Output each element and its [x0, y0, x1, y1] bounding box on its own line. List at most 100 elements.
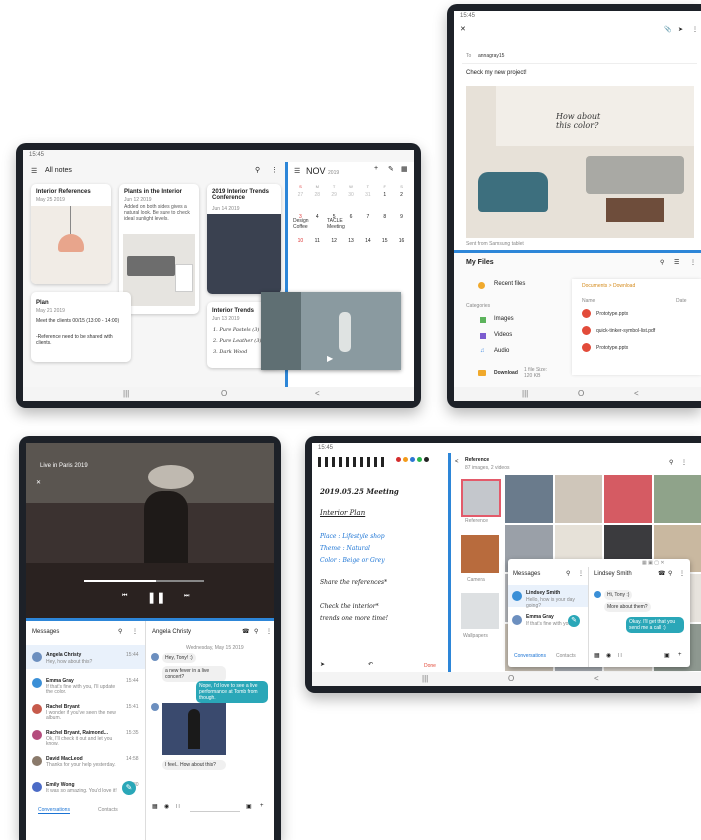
- sticker-icon[interactable]: ▣: [246, 803, 252, 810]
- file-item[interactable]: Prototype.pptx: [596, 311, 628, 317]
- search-icon[interactable]: ⚲: [660, 259, 664, 266]
- send-icon[interactable]: ➤: [678, 26, 683, 33]
- category-videos[interactable]: Videos: [494, 332, 512, 338]
- conversation-item[interactable]: Angela Christy Hey, how about this? 15:4…: [26, 645, 145, 669]
- camera-icon[interactable]: ◉: [606, 652, 611, 659]
- file-item[interactable]: quick-tinker-symbol-list.pdf: [596, 328, 655, 334]
- search-icon[interactable]: ⚲: [566, 570, 570, 577]
- avatar: [151, 703, 159, 711]
- download-label[interactable]: Download: [494, 370, 518, 376]
- to-label: To: [466, 53, 472, 59]
- send-icon[interactable]: ➤: [320, 661, 325, 668]
- next-icon[interactable]: ⏭: [184, 593, 189, 600]
- attach-icon[interactable]: 📎: [664, 26, 671, 33]
- close-icon[interactable]: ✕: [36, 479, 41, 486]
- done-button[interactable]: Done: [424, 663, 436, 669]
- messages-popup-window[interactable]: ▦ ▣ ▢ ✕ Messages ⚲ ⋮ Lindsey Smith Hello…: [508, 559, 690, 667]
- col-name[interactable]: Name: [582, 298, 595, 304]
- more-icon[interactable]: ⋮: [578, 570, 584, 577]
- back-button[interactable]: <: [634, 389, 639, 398]
- recent-files-item[interactable]: Recent files: [494, 281, 525, 287]
- search-icon[interactable]: ⚲: [254, 628, 258, 635]
- search-icon[interactable]: ⚲: [255, 166, 260, 174]
- search-icon[interactable]: ⚲: [118, 628, 122, 635]
- search-icon[interactable]: ⚲: [668, 570, 672, 577]
- home-button[interactable]: O: [221, 389, 227, 398]
- add-icon[interactable]: +: [374, 165, 378, 172]
- album-wallpapers-thumb[interactable]: [461, 593, 499, 629]
- tab-contacts[interactable]: Contacts: [98, 807, 118, 813]
- album-camera-thumb[interactable]: [461, 535, 499, 573]
- to-field[interactable]: annagray15: [478, 53, 504, 59]
- message-input[interactable]: [190, 802, 240, 812]
- more-icon[interactable]: ⋮: [271, 166, 278, 174]
- search-icon[interactable]: ⚲: [669, 459, 673, 466]
- back-arrow-icon[interactable]: <: [455, 459, 459, 465]
- col-date[interactable]: Date: [676, 298, 687, 304]
- undo-icon[interactable]: ↶: [368, 661, 373, 668]
- file-item[interactable]: Prototype.pptx: [596, 345, 628, 351]
- compose-button[interactable]: ✎: [568, 615, 580, 627]
- popup-window-controls[interactable]: ▦ ▣ ▢ ✕: [642, 560, 665, 566]
- prev-icon[interactable]: ⏮: [122, 593, 127, 600]
- subject-field[interactable]: Check my new project!: [466, 70, 527, 76]
- category-audio[interactable]: Audio: [494, 348, 509, 354]
- more-icon[interactable]: ⋮: [692, 26, 698, 33]
- concert-photo[interactable]: [162, 703, 226, 755]
- back-button[interactable]: <: [315, 389, 320, 398]
- concert-video[interactable]: Live in Paris 2019 ✕ ⏮ ❚❚ ⏭: [26, 443, 274, 618]
- pptx-icon: [582, 343, 591, 352]
- more-icon[interactable]: ⋮: [681, 459, 687, 466]
- tab-conversations[interactable]: Conversations: [38, 807, 70, 814]
- tab-contacts[interactable]: Contacts: [556, 653, 576, 659]
- menu-icon[interactable]: ☰: [31, 167, 37, 175]
- note-card-trends-conference[interactable]: 2019 Interior Trends Conference Jun 14 2…: [207, 184, 281, 294]
- apps-icon[interactable]: ∷: [176, 803, 180, 810]
- color-palette[interactable]: [396, 457, 440, 467]
- compose-button[interactable]: ✎: [122, 781, 136, 795]
- conversation-item[interactable]: Rachel Bryant I wonder if you've seen th…: [26, 697, 145, 721]
- floating-video-player[interactable]: ▶: [261, 292, 401, 370]
- call-icon[interactable]: ☎: [658, 570, 665, 577]
- conversation-item[interactable]: David MacLeod Thanks for your help yeste…: [26, 749, 145, 773]
- image-icon[interactable]: ▦: [152, 803, 158, 810]
- sticker-icon[interactable]: ▣: [664, 652, 670, 659]
- tab-conversations[interactable]: Conversations: [514, 653, 546, 659]
- more-icon[interactable]: ⋮: [690, 259, 696, 266]
- note-card-plants[interactable]: Plants in the Interior Jun 12 2019 Added…: [119, 184, 199, 314]
- conversation-item[interactable]: Emma Gray If that's fine with you, I'll …: [26, 671, 145, 695]
- event-tacle-meeting[interactable]: TACLE Meeting: [327, 218, 345, 230]
- image-icon[interactable]: ▦: [594, 652, 600, 659]
- add-icon[interactable]: +: [260, 803, 264, 809]
- pen-icon[interactable]: ✎: [388, 165, 394, 173]
- album-reference-thumb[interactable]: [461, 479, 501, 517]
- list-view-icon[interactable]: ☰: [674, 259, 679, 266]
- conversation-item[interactable]: Rachel Bryant, Raimond... Ok, I'll check…: [26, 723, 145, 747]
- recents-button[interactable]: |||: [422, 674, 428, 683]
- home-button[interactable]: O: [508, 674, 514, 683]
- pen-toolbar[interactable]: [318, 457, 384, 467]
- event-design-coffee[interactable]: Design Coffee: [293, 218, 309, 230]
- more-icon[interactable]: ⋮: [132, 628, 138, 635]
- call-icon[interactable]: ☎: [242, 628, 249, 635]
- calendar-menu-icon[interactable]: ☰: [294, 167, 300, 175]
- recents-button[interactable]: |||: [522, 389, 528, 398]
- calendar-icon[interactable]: ▦: [401, 165, 408, 173]
- note-card-interior-references[interactable]: Interior References May 25 2019: [31, 184, 111, 284]
- apps-icon[interactable]: ∷: [618, 652, 622, 659]
- breadcrumb[interactable]: Documents > Download: [582, 283, 635, 289]
- back-button[interactable]: <: [594, 674, 599, 683]
- seek-bar[interactable]: [84, 580, 204, 582]
- more-icon[interactable]: ⋮: [679, 570, 685, 577]
- more-icon[interactable]: ⋮: [266, 628, 272, 635]
- home-button[interactable]: O: [578, 389, 584, 398]
- conversation-item[interactable]: Lindsey Smith Hello, how is your day goi…: [508, 585, 588, 609]
- recents-button[interactable]: |||: [123, 389, 129, 398]
- play-icon[interactable]: ▶: [327, 354, 333, 363]
- pause-icon[interactable]: ❚❚: [147, 591, 165, 604]
- camera-icon[interactable]: ◉: [164, 803, 169, 810]
- category-images[interactable]: Images: [494, 316, 514, 322]
- note-card-plan[interactable]: Plan May 21 2019 Meet the clients 00/15 …: [31, 292, 131, 362]
- close-icon[interactable]: ✕: [460, 25, 466, 33]
- add-icon[interactable]: +: [678, 652, 682, 658]
